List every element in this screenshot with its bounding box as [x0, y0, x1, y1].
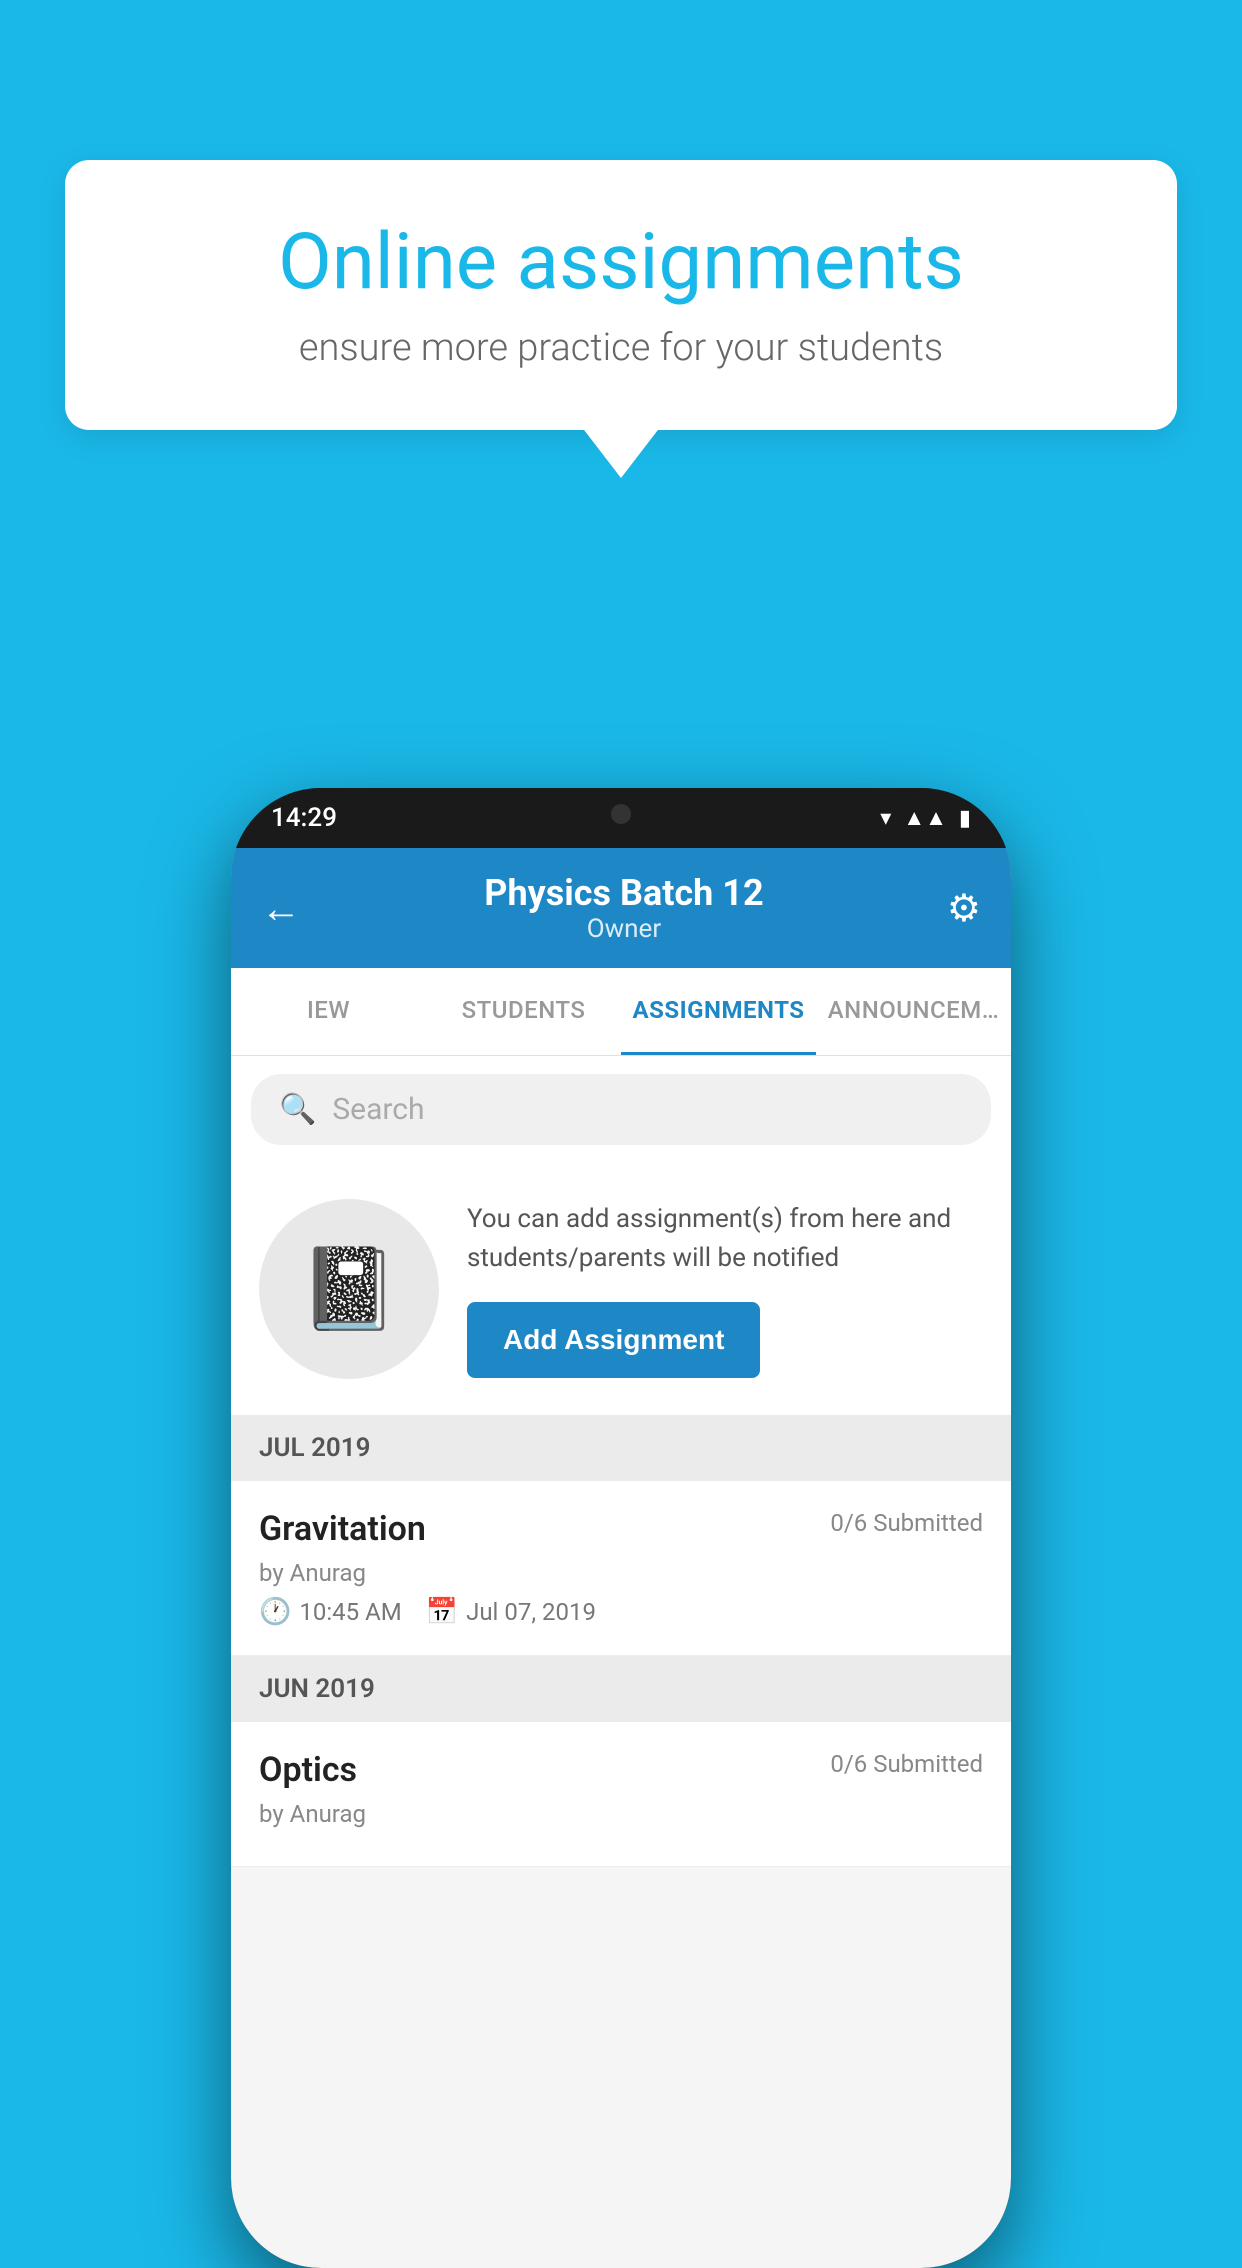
assignment-time-gravitation: 10:45 AM [299, 1598, 401, 1626]
assignment-item-optics[interactable]: Optics 0/6 Submitted by Anurag [231, 1722, 1011, 1867]
settings-icon[interactable]: ⚙ [947, 886, 981, 931]
assignment-date-gravitation: Jul 07, 2019 [466, 1598, 596, 1626]
assignment-submitted-gravitation: 0/6 Submitted [830, 1509, 983, 1537]
search-icon: 🔍 [279, 1092, 316, 1127]
speech-bubble: Online assignments ensure more practice … [65, 160, 1177, 430]
notebook-icon: 📓 [299, 1242, 399, 1336]
status-bar: 14:29 ▾ ▲▲ ▮ [231, 788, 1011, 848]
assignment-name-optics: Optics [259, 1750, 357, 1790]
add-assignment-button[interactable]: Add Assignment [467, 1302, 760, 1378]
assignment-text-area: You can add assignment(s) from here and … [467, 1200, 983, 1378]
assignment-description: You can add assignment(s) from here and … [467, 1200, 983, 1278]
camera [611, 804, 631, 824]
assignment-submitted-optics: 0/6 Submitted [830, 1750, 983, 1778]
search-placeholder: Search [332, 1092, 424, 1127]
notch [541, 788, 701, 840]
header-subtitle: Owner [484, 914, 763, 944]
signal-icon: ▲▲ [903, 805, 947, 831]
assignment-time-row: 🕐 10:45 AM 📅 Jul 07, 2019 [259, 1597, 983, 1627]
battery-icon: ▮ [959, 806, 971, 831]
phone-frame: 14:29 ▾ ▲▲ ▮ ← Physics Batch 12 Owner ⚙ … [231, 788, 1011, 2268]
assignment-author-gravitation: by Anurag [259, 1559, 983, 1587]
section-header-jun: JUN 2019 [231, 1656, 1011, 1722]
tabs-bar: IEW STUDENTS ASSIGNMENTS ANNOUNCEM… [231, 968, 1011, 1056]
back-button[interactable]: ← [261, 885, 301, 932]
assignment-author-optics: by Anurag [259, 1800, 983, 1828]
status-time: 14:29 [271, 803, 337, 833]
bubble-subtitle: ensure more practice for your students [135, 326, 1107, 370]
app-header: ← Physics Batch 12 Owner ⚙ [231, 848, 1011, 968]
clock-icon: 🕐 [259, 1597, 291, 1627]
tab-students[interactable]: STUDENTS [426, 968, 621, 1055]
tab-assignments[interactable]: ASSIGNMENTS [621, 968, 816, 1055]
tab-iew[interactable]: IEW [231, 968, 426, 1055]
assignment-name-gravitation: Gravitation [259, 1509, 426, 1549]
assignment-icon-circle: 📓 [259, 1199, 439, 1379]
assignment-item-header-optics: Optics 0/6 Submitted [259, 1750, 983, 1790]
assignment-item-gravitation[interactable]: Gravitation 0/6 Submitted by Anurag 🕐 10… [231, 1481, 1011, 1656]
tab-announcements[interactable]: ANNOUNCEM… [816, 968, 1011, 1055]
time-item: 🕐 10:45 AM [259, 1597, 402, 1627]
bubble-title: Online assignments [135, 220, 1107, 306]
header-center: Physics Batch 12 Owner [484, 872, 763, 944]
screen-content: 🔍 Search 📓 You can add assignment(s) fro… [231, 1056, 1011, 2268]
wifi-icon: ▾ [880, 806, 891, 831]
status-icons: ▾ ▲▲ ▮ [880, 805, 971, 831]
section-header-jul: JUL 2019 [231, 1415, 1011, 1481]
phone-screen: ← Physics Batch 12 Owner ⚙ IEW STUDENTS … [231, 848, 1011, 2268]
search-container: 🔍 Search [231, 1056, 1011, 1163]
header-title: Physics Batch 12 [484, 872, 763, 914]
speech-bubble-container: Online assignments ensure more practice … [65, 160, 1177, 430]
calendar-icon: 📅 [426, 1597, 458, 1627]
assignment-item-header: Gravitation 0/6 Submitted [259, 1509, 983, 1549]
date-item: 📅 Jul 07, 2019 [426, 1597, 596, 1627]
assignment-prompt: 📓 You can add assignment(s) from here an… [231, 1163, 1011, 1415]
search-bar[interactable]: 🔍 Search [251, 1074, 991, 1145]
